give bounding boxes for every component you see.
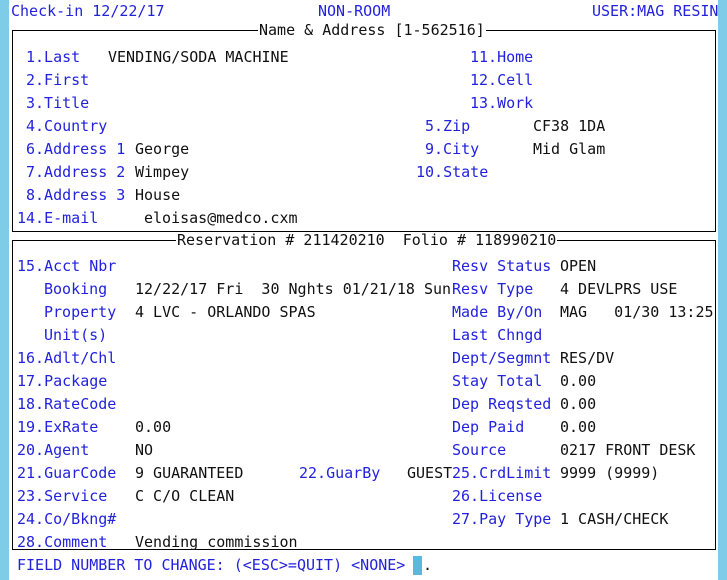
field-value-pay-type[interactable]: 1 CASH/CHECK: [560, 508, 668, 531]
field-value-agent[interactable]: NO: [135, 439, 153, 462]
field-label-guarby[interactable]: 22.GuarBy: [299, 462, 380, 485]
field-label-dep-paid: Dep Paid: [452, 418, 525, 436]
field-label-comment[interactable]: 28.Comment: [17, 531, 107, 554]
field-label-last-chngd: Last Chngd: [452, 326, 543, 344]
field-value-zip[interactable]: CF38 1DA: [533, 115, 605, 138]
field-label-first[interactable]: 2.First: [26, 69, 89, 92]
field-value-exrate[interactable]: 0.00: [135, 416, 171, 439]
reservation-panel-legend: Reservation # 211420210 Folio # 11899021…: [176, 231, 558, 249]
field-label-work[interactable]: 13.Work: [470, 92, 533, 115]
field-label-adlt-chl[interactable]: 16.Adlt/Chl: [17, 347, 116, 370]
field-label-city[interactable]: 9.City: [425, 138, 479, 161]
name-address-panel-legend: Name & Address [1-562516]: [258, 21, 486, 39]
header-right-user: USER:MAG RESIN: [592, 2, 719, 20]
field-label-made-by-on: Made By/On: [452, 303, 543, 321]
field-label-home[interactable]: 11.Home: [470, 46, 533, 69]
field-value-city[interactable]: Mid Glam: [533, 138, 605, 161]
field-label-booking: Booking: [44, 280, 108, 298]
field-value-resv-type: 4 DEVLPRS USE: [560, 280, 678, 298]
header-left-checkin-date: Check-in 12/22/17: [11, 2, 165, 20]
field-label-stay-total: Stay Total: [452, 372, 543, 390]
field-label-dep-reqsted: Dep Reqsted: [452, 395, 552, 413]
field-value-dep-paid: 0.00: [560, 418, 597, 436]
field-value-address-2[interactable]: Wimpey: [135, 161, 189, 184]
field-value-guarcode[interactable]: 9 GUARANTEED: [135, 462, 243, 485]
field-label-units: Unit(s): [44, 326, 108, 344]
prompt-trailing-period: .: [423, 556, 433, 574]
field-label-source: Source: [452, 441, 507, 459]
field-value-address-1[interactable]: George: [135, 138, 189, 161]
field-label-dept-segmnt: Dept/Segmnt: [452, 349, 552, 367]
field-label-resv-type: Resv Type: [452, 280, 534, 298]
field-value-service[interactable]: C C/O CLEAN: [135, 485, 234, 508]
field-value-dep-reqsted: 0.00: [560, 395, 597, 413]
field-value-stay-total: 0.00: [560, 372, 597, 390]
prompt-text: FIELD NUMBER TO CHANGE: (<ESC>=QUIT) <NO…: [17, 556, 406, 574]
field-label-address-3[interactable]: 8.Address 3: [26, 184, 125, 207]
field-value-last[interactable]: VENDING/SODA MACHINE: [108, 46, 289, 69]
field-label-email[interactable]: 14.E-mail: [17, 207, 98, 230]
left-gutter-bar: [0, 0, 9, 580]
field-label-license[interactable]: 26.License: [452, 485, 542, 508]
field-value-comment[interactable]: Vending commission: [135, 531, 298, 554]
field-value-booking: 12/22/17 Fri 30 Nghts 01/21/18 Sun: [135, 280, 452, 298]
field-label-crdlimit[interactable]: 25.CrdLimit: [452, 462, 551, 485]
field-value-crdlimit[interactable]: 9999 (9999): [560, 462, 659, 485]
field-value-dept-segmnt: RES/DV: [560, 349, 615, 367]
field-label-zip[interactable]: 5.Zip: [425, 115, 470, 138]
field-label-acct-nbr[interactable]: 15.Acct Nbr: [17, 255, 116, 278]
field-label-country[interactable]: 4.Country: [26, 115, 107, 138]
field-value-guarby[interactable]: GUEST: [407, 462, 452, 485]
field-value-made-by-on: MAG 01/30 13:25: [560, 303, 714, 321]
field-label-ratecode[interactable]: 18.RateCode: [17, 393, 116, 416]
field-label-guarcode[interactable]: 21.GuarCode: [17, 462, 116, 485]
field-label-pay-type[interactable]: 27.Pay Type: [452, 508, 551, 531]
field-label-agent[interactable]: 20.Agent: [17, 439, 89, 462]
field-value-source: 0217 FRONT DESK: [560, 441, 696, 459]
field-label-last[interactable]: 1.Last: [26, 46, 80, 69]
field-label-address-2[interactable]: 7.Address 2: [26, 161, 125, 184]
right-gutter-bar: [718, 0, 727, 580]
field-label-property: Property: [44, 303, 117, 321]
field-label-address-1[interactable]: 6.Address 1: [26, 138, 125, 161]
field-value-property: 4 LVC - ORLANDO SPAS: [135, 303, 316, 321]
field-label-service[interactable]: 23.Service: [17, 485, 107, 508]
field-label-state[interactable]: 10.State: [416, 161, 488, 184]
field-label-package[interactable]: 17.Package: [17, 370, 107, 393]
field-label-cell[interactable]: 12.Cell: [470, 69, 533, 92]
terminal-screen: Check-in 12/22/17 NON-ROOM USER:MAG RESI…: [0, 0, 727, 580]
field-label-title[interactable]: 3.Title: [26, 92, 89, 115]
field-label-co-bkng[interactable]: 24.Co/Bkng#: [17, 508, 116, 531]
field-value-email[interactable]: eloisas@medco.cxm: [144, 207, 298, 230]
field-label-exrate[interactable]: 19.ExRate: [17, 416, 98, 439]
field-value-address-3[interactable]: House: [135, 184, 180, 207]
header-center-noroom: NON-ROOM: [318, 2, 391, 20]
field-value-resv-status: OPEN: [560, 257, 597, 275]
text-cursor[interactable]: [413, 556, 422, 575]
field-label-resv-status: Resv Status: [452, 257, 552, 275]
